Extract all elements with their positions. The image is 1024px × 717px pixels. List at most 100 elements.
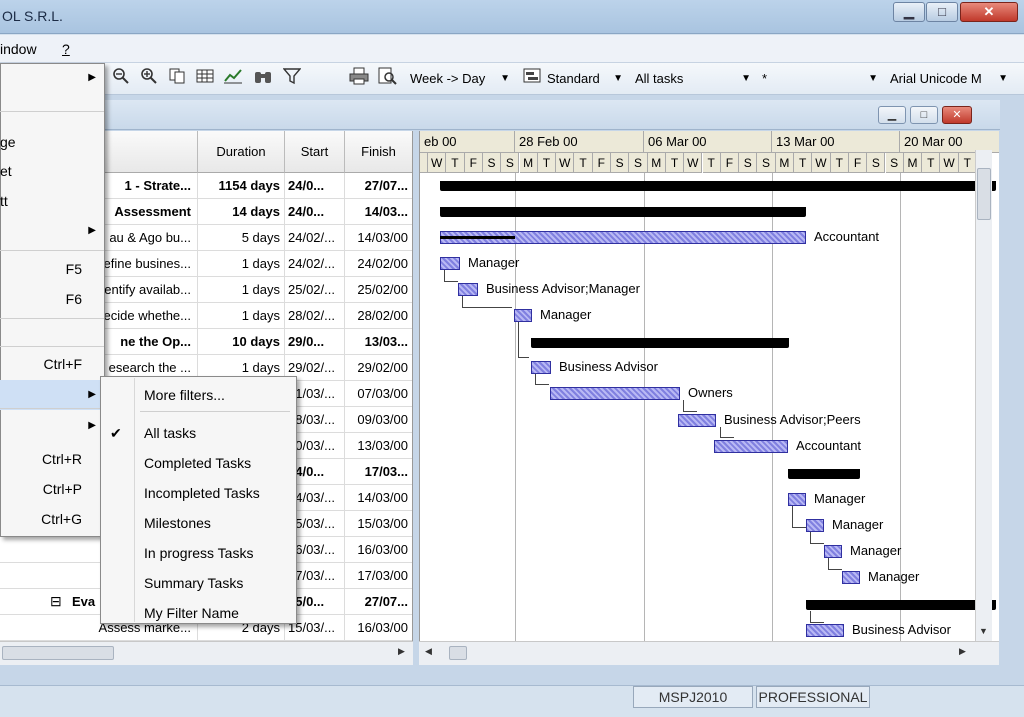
summary-bar[interactable] [531,338,789,348]
cell-finish: 13/03/00 [345,433,412,459]
filter-item-label: In progress Tasks [144,545,254,561]
close-button[interactable]: ✕ [960,2,1018,22]
cell-finish: 15/03/00 [345,511,412,537]
cell-finish: 25/02/00 [345,277,412,303]
filter-menu-item[interactable]: Incompleted Tasks [100,478,295,508]
view-menu-item[interactable]: F5 [0,254,104,284]
timescale-day: F [848,153,868,173]
view-menu-item[interactable]: et [0,156,104,186]
view-menu-item[interactable]: ▶ [0,411,104,441]
filter-menu-item[interactable]: Milestones [100,508,295,538]
timescale-dropdown[interactable]: Week -> Day ▼ [408,69,512,89]
scroll-down-icon[interactable]: ▼ [979,626,988,636]
view-menu-item[interactable]: F6 [0,284,104,314]
cell-duration: 1 days [198,303,285,329]
task-bar[interactable] [678,414,716,427]
cell-finish: 16/03/00 [345,615,412,641]
filter-item-label: More filters... [144,387,225,403]
binoculars-icon[interactable] [252,67,274,89]
doc-close-button[interactable]: ✕ [942,106,972,124]
task-bar[interactable] [806,519,824,532]
paste-icon[interactable] [194,67,216,89]
task-bar[interactable] [824,545,842,558]
menu-window[interactable]: indow [0,41,37,57]
task-bar[interactable] [806,624,844,637]
doc-maximize-button[interactable]: □ [910,106,938,124]
filter-icon[interactable] [281,67,303,89]
scroll-thumb[interactable] [2,646,114,660]
group-dropdown[interactable]: * ▼ [760,69,880,89]
grid-header-finish[interactable]: Finish [345,131,412,173]
task-bar[interactable] [440,257,460,270]
resource-label: Accountant [796,438,862,453]
resource-label: Business Advisor;Manager [486,281,640,296]
summary-bar[interactable] [440,207,806,217]
resource-label: Manager [540,307,592,322]
filter-dropdown[interactable]: All tasks ▼ [633,69,753,89]
grid-header-start[interactable]: Start [285,131,345,173]
resource-label: Business Advisor [559,359,658,374]
filter-menu-item[interactable]: Completed Tasks [100,448,295,478]
scroll-right-icon[interactable]: ▶ [959,646,966,657]
cell-start: 24/0... [285,199,345,225]
collapse-icon[interactable]: ⊟ [50,593,62,610]
summary-bar[interactable] [440,181,996,191]
timescale-day: T [702,153,721,173]
filter-menu-item[interactable]: All tasks ✔ [100,418,295,448]
filter-menu-item[interactable]: In progress Tasks [100,538,295,568]
scroll-thumb[interactable] [977,168,991,220]
maximize-button[interactable]: □ [926,2,958,22]
task-bar[interactable] [788,493,806,506]
timescale-day: M [903,153,923,173]
menu-separator [0,408,104,409]
view-menu-item[interactable]: Ctrl+G [0,504,104,534]
cell-start: 25/02/... [285,277,345,303]
menu-help[interactable]: ? [62,41,70,57]
view-menu-item[interactable]: Ctrl+F [0,349,104,379]
grid-horizontal-scrollbar[interactable]: ▶ [0,641,413,665]
filter-menu-item[interactable]: My Filter Name [100,598,295,628]
view-menu-item[interactable]: Ctrl+P [0,474,104,504]
gantt-horizontal-scrollbar[interactable]: ◀ ▶ [419,641,999,665]
minimize-button[interactable]: ▁ [893,2,925,22]
view-menu-item[interactable]: Ctrl+R [0,444,104,474]
grid-header-duration[interactable]: Duration [198,131,285,173]
summary-bar[interactable] [788,469,860,479]
task-bar[interactable] [842,571,860,584]
gantt-vertical-scrollbar[interactable]: ▼ [975,150,992,645]
menu-bar [0,35,1024,63]
task-bar[interactable] [531,361,551,374]
task-bar[interactable] [550,387,680,400]
print-icon[interactable] [348,67,370,89]
filter-menu-item[interactable]: More filters... [100,380,295,410]
font-value: Arial Unicode M [890,71,982,86]
task-bar[interactable] [458,283,478,296]
view-menu-item[interactable]: ge [0,127,104,157]
view-menu-item[interactable]: ▶ [0,380,104,410]
scroll-thumb[interactable] [449,646,467,660]
scroll-left-icon[interactable]: ◀ [425,646,432,657]
zoom-out-icon[interactable] [110,67,132,89]
view-menu-item[interactable]: ▶ [0,216,104,246]
view-dropdown[interactable]: Standard ▼ [545,69,625,89]
copy-icon[interactable] [166,67,188,89]
task-bar[interactable] [714,440,788,453]
cell-finish: 17/03... [345,459,412,485]
chart-icon[interactable] [222,67,244,89]
doc-minimize-button[interactable]: ▁ [878,106,906,124]
scroll-right-icon[interactable]: ▶ [398,646,405,657]
timescale-day: W [556,153,575,173]
dependency-link [810,532,824,544]
font-dropdown[interactable]: Arial Unicode M ▼ [888,69,1010,89]
cell-finish: 14/03... [345,199,412,225]
filter-menu-item[interactable]: Summary Tasks [100,568,295,598]
chevron-down-icon: ▼ [868,73,878,84]
filter-item-label: Incompleted Tasks [144,485,260,501]
submenu-arrow-icon: ▶ [88,225,96,236]
task-bar[interactable] [514,309,532,322]
summary-bar[interactable] [806,600,996,610]
view-menu-item[interactable]: ▶ [0,63,104,93]
view-menu-item[interactable]: tt [0,186,104,216]
zoom-in-icon[interactable] [138,67,160,89]
print-preview-icon[interactable] [376,67,398,89]
